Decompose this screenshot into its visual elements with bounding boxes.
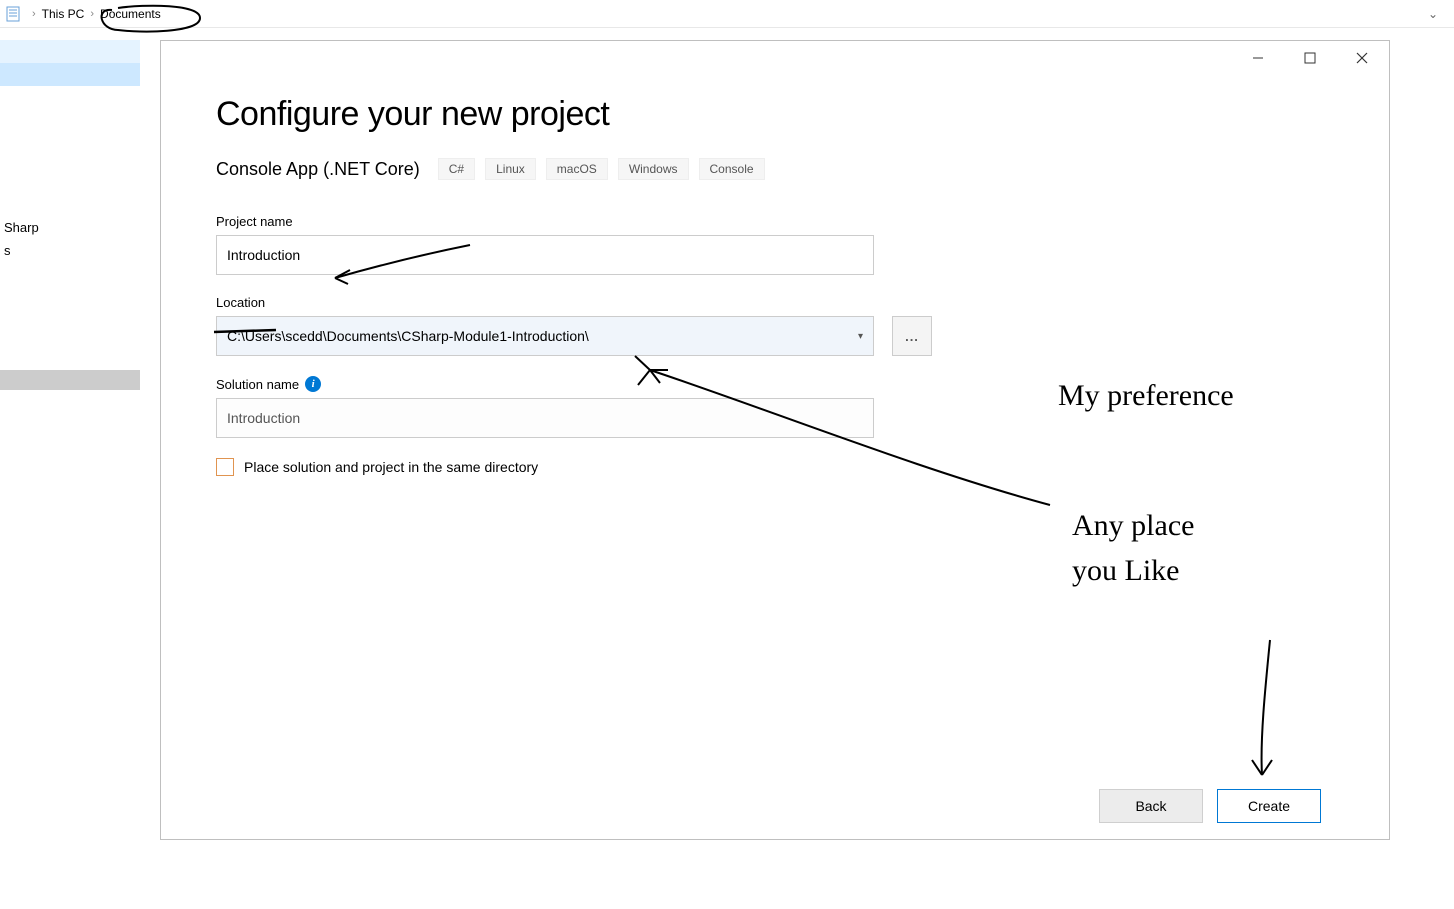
chevron-down-icon[interactable]: ⌄ (1428, 7, 1448, 21)
minimize-button[interactable] (1243, 43, 1273, 73)
breadcrumb: › This PC › Documents ⌄ (0, 0, 1454, 28)
project-name-label: Project name (216, 214, 1334, 229)
tag: macOS (546, 158, 608, 180)
dialog-title: Configure your new project (216, 95, 1334, 134)
create-button[interactable]: Create (1217, 789, 1321, 823)
dialog-titlebar (161, 41, 1389, 75)
chevron-down-icon: ▾ (858, 331, 863, 342)
tag: C# (438, 158, 475, 180)
sidebar-item[interactable] (0, 40, 140, 63)
project-name-field[interactable] (216, 235, 874, 275)
close-button[interactable] (1347, 43, 1377, 73)
back-button[interactable]: Back (1099, 789, 1203, 823)
project-template-info: Console App (.NET Core) C# Linux macOS W… (216, 158, 1334, 180)
explorer-sidebar: Sharp s (0, 40, 140, 262)
sidebar-item-s[interactable]: s (0, 239, 140, 262)
template-name: Console App (.NET Core) (216, 159, 420, 180)
sidebar-selection (0, 370, 140, 390)
breadcrumb-documents[interactable]: Documents (100, 7, 161, 21)
browse-button[interactable]: ... (892, 316, 932, 356)
info-icon[interactable]: i (305, 376, 321, 392)
sidebar-item[interactable] (0, 63, 140, 86)
location-label: Location (216, 295, 1334, 310)
sidebar-item-sharp[interactable]: Sharp (0, 216, 140, 239)
location-value: C:\Users\scedd\Documents\CSharp-Module1-… (227, 328, 589, 344)
same-directory-checkbox[interactable] (216, 458, 234, 476)
chevron-right-icon: › (90, 8, 94, 20)
tag: Windows (618, 158, 689, 180)
location-combo[interactable]: C:\Users\scedd\Documents\CSharp-Module1-… (216, 316, 874, 356)
tag: Linux (485, 158, 536, 180)
maximize-button[interactable] (1295, 43, 1325, 73)
configure-project-dialog: Configure your new project Console App (… (160, 40, 1390, 840)
chevron-right-icon: › (32, 8, 36, 20)
solution-name-field[interactable] (216, 398, 874, 438)
same-directory-label: Place solution and project in the same d… (244, 459, 538, 475)
document-icon (6, 6, 20, 22)
breadcrumb-this-pc[interactable]: This PC (42, 7, 85, 21)
solution-name-label: Solution name (216, 377, 299, 392)
tag: Console (699, 158, 765, 180)
